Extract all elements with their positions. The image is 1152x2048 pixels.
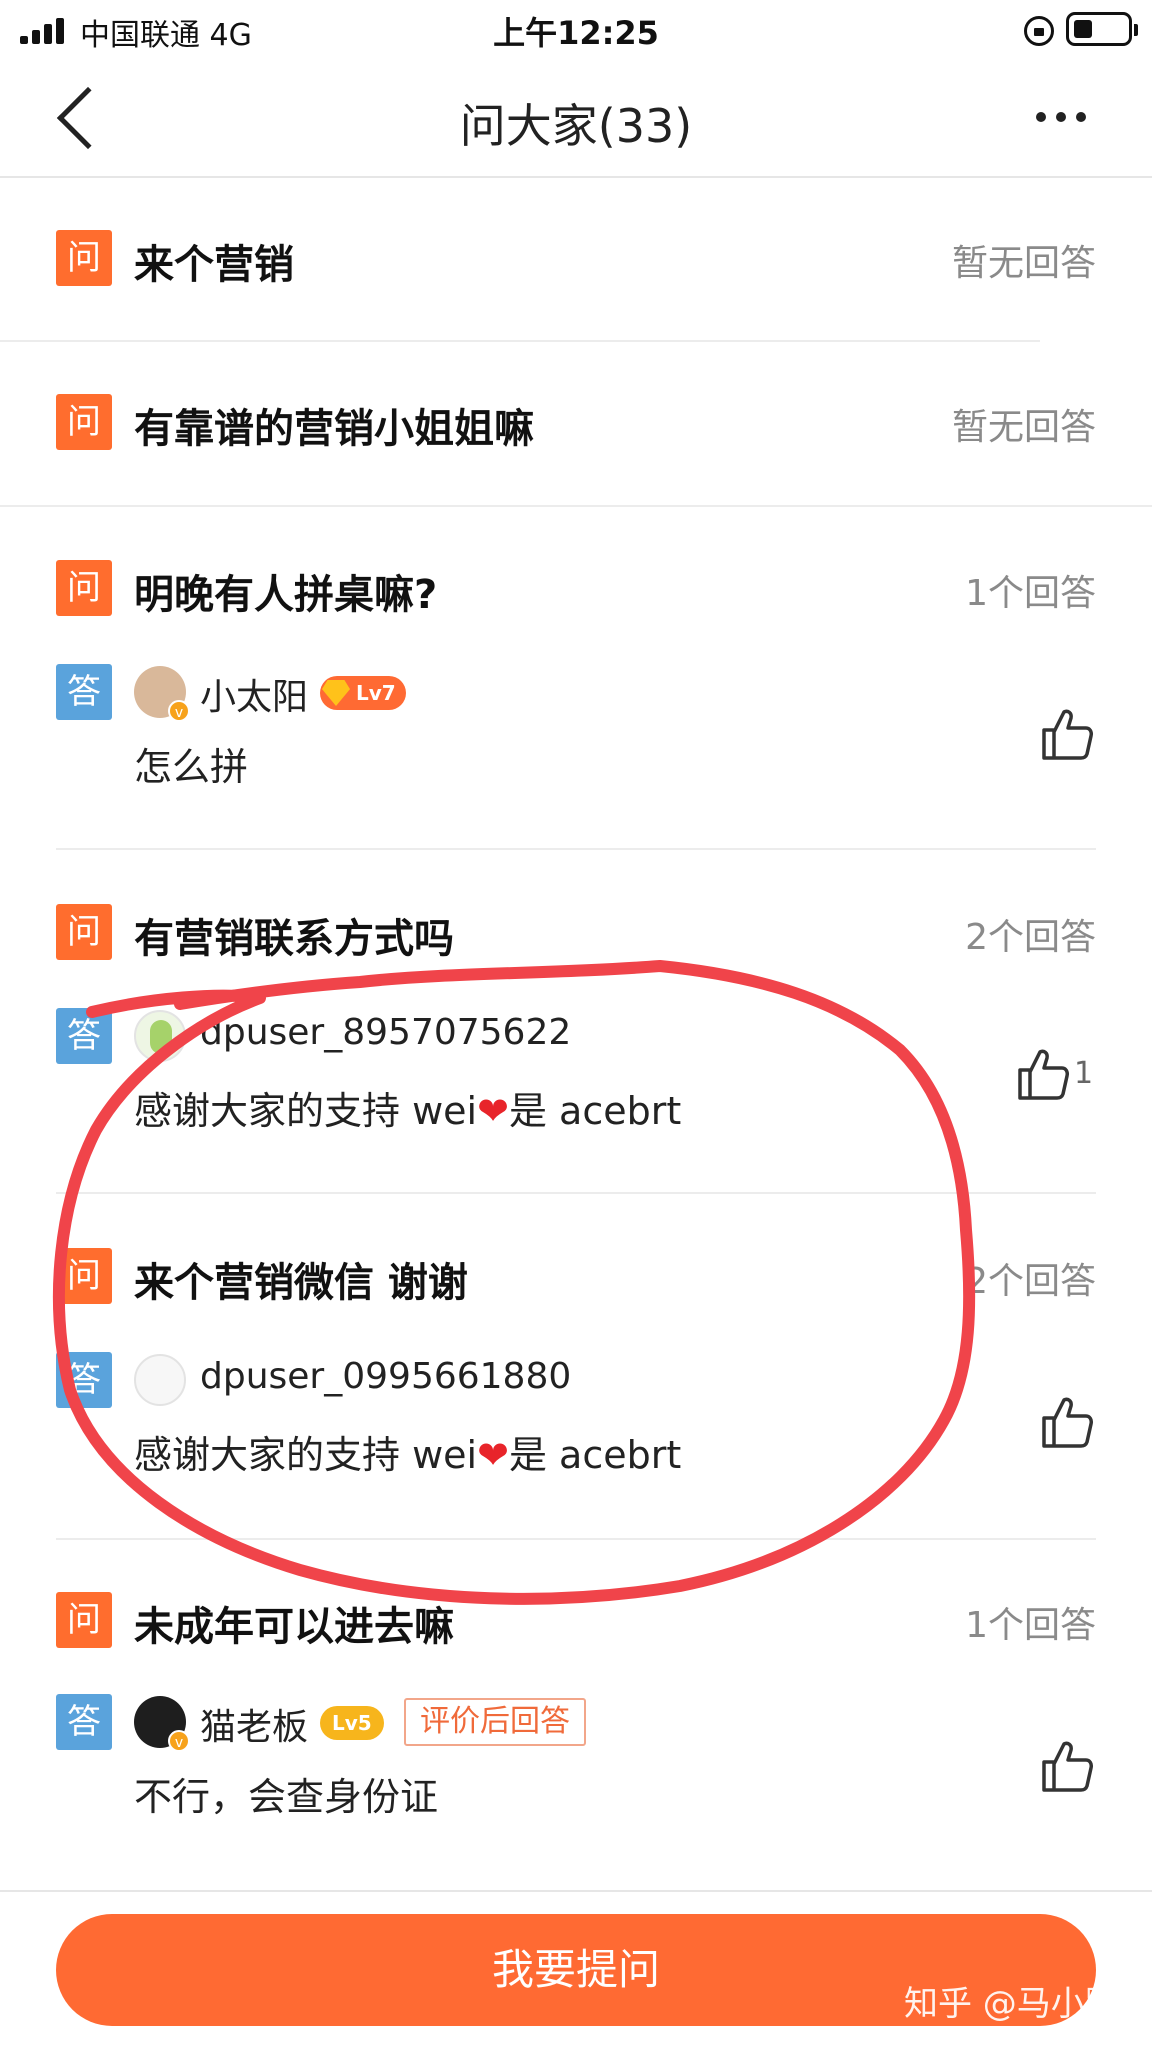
user-avatar[interactable] — [134, 1354, 186, 1406]
divider — [56, 1538, 1096, 1540]
level-badge: Lv7 — [320, 676, 406, 710]
user-avatar[interactable]: v — [134, 1696, 190, 1752]
question-item[interactable]: 问 有靠谱的营销小姐姐嘛 暂无回答 — [56, 394, 1096, 454]
answer-text[interactable]: 感谢大家的支持 wei❤是 acebrt — [134, 1424, 681, 1479]
nav-bar: 问大家(33) — [0, 62, 1152, 178]
answer-badge: 答 — [56, 664, 112, 720]
thumbs-up-icon[interactable] — [1036, 1392, 1096, 1452]
diamond-icon — [322, 680, 350, 706]
verified-icon: v — [168, 1730, 190, 1752]
divider — [0, 505, 1152, 507]
question-title[interactable]: 来个营销微信 谢谢 — [134, 1250, 468, 1308]
answer-username[interactable]: dpuser_0995661880 — [200, 1356, 571, 1397]
orientation-lock-icon — [1024, 16, 1054, 46]
answer-text[interactable]: 感谢大家的支持 wei❤是 acebrt — [134, 1080, 681, 1135]
user-avatar[interactable]: v — [134, 666, 190, 722]
thumbs-up-icon[interactable] — [1036, 704, 1096, 764]
review-tag: 评价后回答 — [404, 1698, 586, 1746]
thumbs-up-icon[interactable] — [1036, 1736, 1096, 1796]
question-badge: 问 — [56, 1248, 112, 1304]
more-options-icon[interactable] — [1036, 112, 1088, 124]
question-badge: 问 — [56, 230, 112, 286]
divider — [56, 1192, 1096, 1194]
question-item[interactable]: 问 有营销联系方式吗 2个回答 — [56, 904, 1096, 964]
page-title: 问大家(33) — [459, 99, 693, 153]
heart-icon: ❤ — [477, 1089, 509, 1133]
answer-badge: 答 — [56, 1694, 112, 1750]
answer-author-row: 答 v 猫老板 Lv5 评价后回答 — [56, 1694, 1096, 1754]
status-time: 上午12:25 — [493, 14, 659, 52]
answer-author-row: 答 dpuser_8957075622 — [56, 1008, 1096, 1068]
question-item[interactable]: 问 来个营销 暂无回答 — [56, 230, 1096, 290]
verified-icon: v — [168, 700, 190, 722]
thumbs-up-icon[interactable] — [1012, 1044, 1072, 1104]
answer-count: 暂无回答 — [951, 243, 1096, 284]
question-badge: 问 — [56, 394, 112, 450]
answer-count: 2个回答 — [965, 917, 1096, 958]
question-badge: 问 — [56, 560, 112, 616]
user-avatar[interactable] — [134, 1010, 186, 1062]
watermark: 知乎 @马小跳 — [904, 1984, 1119, 2024]
divider — [56, 848, 1096, 850]
question-title[interactable]: 有靠谱的营销小姐姐嘛 — [134, 396, 534, 454]
divider — [0, 340, 1040, 342]
answer-author-row: 答 v 小太阳 Lv7 — [56, 664, 1096, 724]
question-item[interactable]: 问 未成年可以进去嘛 1个回答 — [56, 1592, 1096, 1652]
answer-username[interactable]: 猫老板 — [200, 1698, 308, 1750]
answer-count: 1个回答 — [965, 573, 1096, 614]
answer-count: 1个回答 — [965, 1605, 1096, 1646]
question-item[interactable]: 问 明晚有人拼桌嘛? 1个回答 — [56, 560, 1096, 620]
answer-badge: 答 — [56, 1008, 112, 1064]
answer-count: 暂无回答 — [951, 407, 1096, 448]
question-title[interactable]: 来个营销 — [134, 232, 294, 290]
question-title[interactable]: 明晚有人拼桌嘛? — [134, 562, 437, 620]
question-title[interactable]: 有营销联系方式吗 — [134, 906, 454, 964]
answer-text[interactable]: 不行，会查身份证 — [134, 1766, 438, 1821]
battery-icon — [1066, 12, 1138, 46]
answer-username[interactable]: 小太阳 — [200, 668, 308, 720]
question-title[interactable]: 未成年可以进去嘛 — [134, 1594, 454, 1652]
answer-author-row: 答 dpuser_0995661880 — [56, 1352, 1096, 1412]
heart-icon: ❤ — [477, 1433, 509, 1477]
question-item[interactable]: 问 来个营销微信 谢谢 2个回答 — [56, 1248, 1096, 1308]
answer-count: 2个回答 — [965, 1261, 1096, 1302]
level-badge: Lv5 — [320, 1706, 384, 1740]
answer-username[interactable]: dpuser_8957075622 — [200, 1012, 571, 1053]
question-badge: 问 — [56, 1592, 112, 1648]
status-bar: 中国联通 4G 上午12:25 — [0, 0, 1152, 62]
answer-text[interactable]: 怎么拼 — [134, 736, 248, 791]
like-count: 1 — [1074, 1056, 1094, 1091]
question-badge: 问 — [56, 904, 112, 960]
answer-badge: 答 — [56, 1352, 112, 1408]
